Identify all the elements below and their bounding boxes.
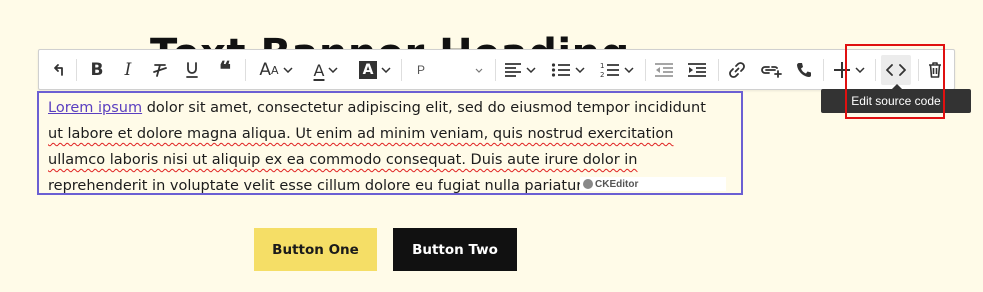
chevron-down-icon (475, 68, 483, 73)
add-link-icon[interactable] (758, 55, 784, 85)
font-size-icon[interactable]: AA (254, 55, 298, 85)
powered-by-label: CKEditor (595, 178, 639, 190)
heading-select-value: P (417, 63, 426, 77)
svg-text:1: 1 (600, 62, 604, 70)
editor-line-1-text: dolor sit amet, consectetur adipiscing e… (142, 100, 706, 116)
undo-icon[interactable] (47, 55, 69, 85)
indent-icon[interactable] (685, 55, 709, 85)
editor-toolbar: B I ❝ AA A A P 12 (38, 49, 955, 90)
editor-line-2: ut labore et dolore magna aliqua. Ut eni… (48, 126, 674, 142)
italic-icon[interactable]: I (117, 55, 139, 85)
lorem-ipsum-link[interactable]: Lorem ipsum (48, 100, 142, 116)
bulleted-list-icon[interactable] (547, 55, 589, 85)
link-icon[interactable] (725, 55, 749, 85)
numbered-list-icon[interactable]: 12 (596, 55, 638, 85)
font-color-icon[interactable]: A (307, 55, 345, 85)
powered-by-badge[interactable]: CKEditor (580, 177, 726, 191)
underline-icon[interactable] (181, 55, 203, 85)
button-two[interactable]: Button Two (393, 228, 517, 271)
outdent-icon[interactable] (652, 55, 676, 85)
remove-format-icon[interactable] (149, 55, 171, 85)
alignment-icon[interactable] (501, 55, 539, 85)
banner-heading: Text Banner Heading (150, 28, 630, 50)
button-one[interactable]: Button One (254, 228, 377, 271)
editor-line: Lorem ipsum dolor sit amet, consectetur … (48, 95, 732, 121)
ckeditor-logo-icon (583, 179, 593, 189)
font-background-color-icon[interactable]: A (355, 55, 395, 85)
blockquote-icon[interactable]: ❝ (214, 55, 236, 85)
highlight-box (845, 44, 945, 119)
phone-icon[interactable] (792, 55, 816, 85)
heading-select[interactable]: P (407, 55, 489, 85)
svg-text:2: 2 (600, 71, 604, 79)
bold-icon[interactable]: B (86, 55, 108, 85)
editor-line-3: ullamco laboris nisi ut aliquip ex ea co… (48, 152, 638, 168)
